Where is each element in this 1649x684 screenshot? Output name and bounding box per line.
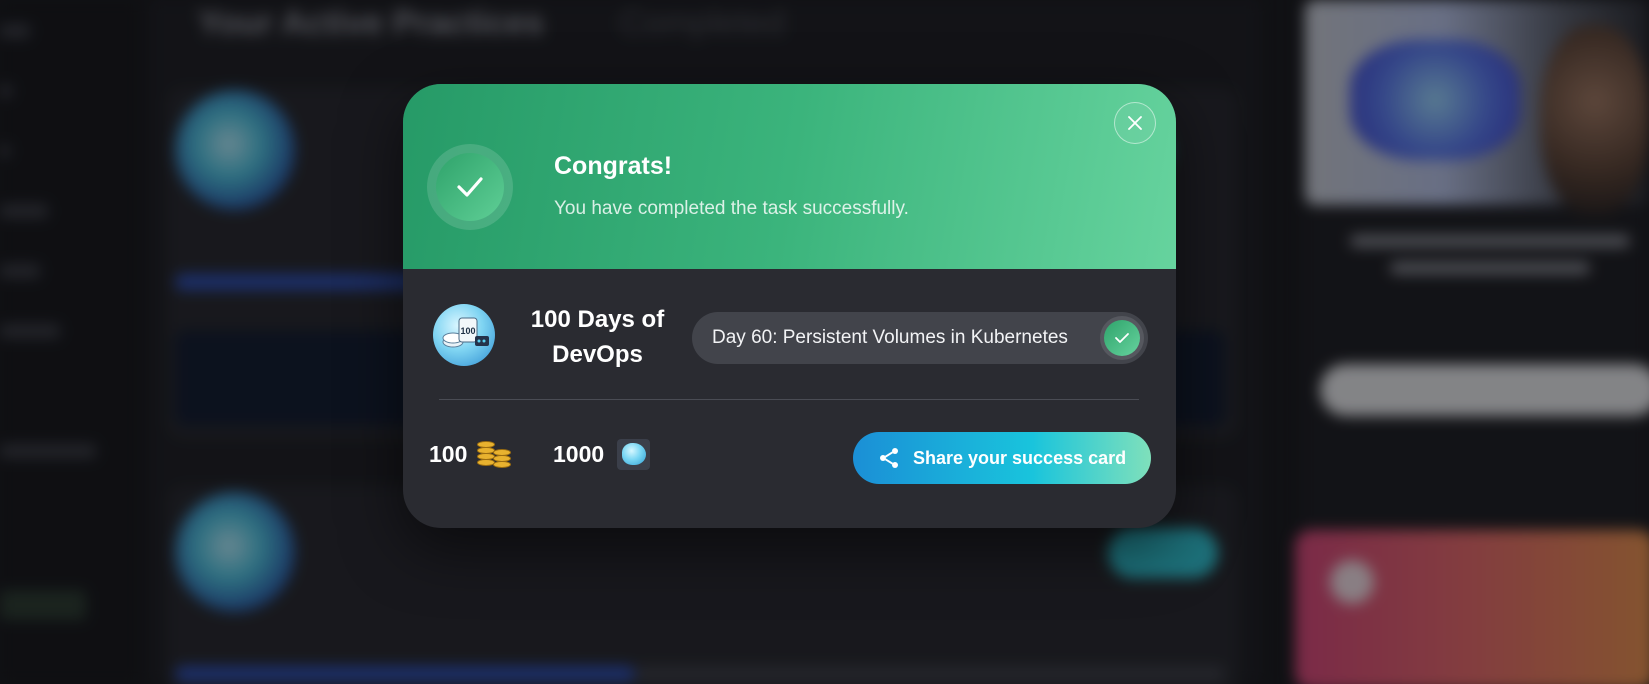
screen: Your Active Practices Completed Congrats… <box>0 0 1649 684</box>
course-title: 100 Days of DevOps <box>530 306 665 368</box>
coins-reward: 100 <box>429 434 513 474</box>
modal-title: Congrats! <box>554 152 673 180</box>
congrats-modal: Congrats! You have completed the task su… <box>403 84 1176 528</box>
close-button[interactable] <box>1114 102 1156 144</box>
coins-value: 100 <box>429 440 468 467</box>
gem-icon <box>617 438 651 470</box>
modal-header: Congrats! You have completed the task su… <box>403 84 1176 269</box>
share-icon <box>880 448 898 468</box>
divider <box>439 399 1139 400</box>
share-button-label: Share your success card <box>913 447 1127 468</box>
svg-text:100: 100 <box>460 326 475 336</box>
completed-task: Day 60: Persistent Volumes in Kubernetes <box>692 312 1148 364</box>
coins-stack-icon <box>477 439 513 469</box>
gems-reward: 1000 <box>553 434 651 474</box>
devops-course-icon: 100 <box>433 304 495 366</box>
checkmark-icon <box>436 153 504 221</box>
success-badge <box>427 144 513 230</box>
modal-message: You have completed the task successfully… <box>554 198 909 219</box>
task-status <box>1100 316 1144 360</box>
close-icon <box>1128 116 1142 130</box>
checkmark-icon <box>1104 320 1140 356</box>
share-success-card-button[interactable]: Share your success card <box>853 432 1151 484</box>
gems-value: 1000 <box>553 440 605 467</box>
task-label: Day 60: Persistent Volumes in Kubernetes <box>712 327 1068 348</box>
